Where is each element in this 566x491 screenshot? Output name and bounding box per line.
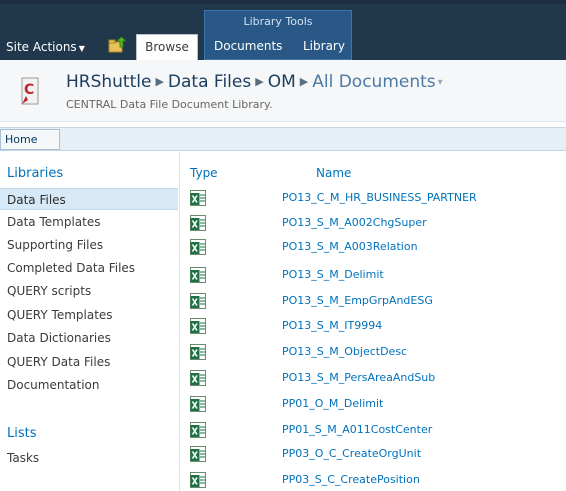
ribbon-top-line [0, 0, 566, 4]
column-header-name[interactable]: Name [316, 166, 351, 180]
home-tab[interactable]: Home [0, 129, 60, 150]
sidebar-item-data-files[interactable]: Data Files [0, 188, 178, 210]
sidebar-item-query-data-files[interactable]: QUERY Data Files [0, 351, 178, 373]
breadcrumb: HRShuttle ▶ Data Files ▶ OM ▶ All Documents ▾ [66, 72, 443, 92]
breadcrumb-site[interactable]: HRShuttle [66, 72, 151, 92]
sidebar-item-completed-data-files[interactable]: Completed Data Files [0, 257, 178, 279]
library-tools-group: Library Tools Documents Library [204, 10, 352, 60]
tab-browse[interactable]: Browse [136, 34, 198, 60]
library-tools-title: Library Tools [243, 15, 313, 28]
document-name-link[interactable]: PP01_S_M_A011CostCenter [282, 423, 432, 436]
table-row: PP03_S_C_CreatePosition [182, 468, 566, 491]
lists-heading[interactable]: Lists [7, 426, 37, 441]
breadcrumb-separator-icon: ▶ [155, 75, 164, 88]
excel-file-icon[interactable] [190, 344, 206, 360]
document-name-link[interactable]: PO13_S_M_A003Relation [282, 240, 418, 253]
excel-file-icon[interactable] [190, 396, 206, 412]
column-header-type[interactable]: Type [190, 166, 218, 180]
sidebar-item-query-templates[interactable]: QUERY Templates [0, 304, 178, 326]
top-link-bar: Home [0, 127, 566, 151]
chevron-down-icon: ▼ [78, 44, 85, 53]
document-name-link[interactable]: PO13_S_M_A002ChgSuper [282, 216, 427, 229]
table-row: PO13_S_M_ObjectDesc [182, 340, 566, 365]
document-name-link[interactable]: PO13_S_M_PersAreaAndSub [282, 371, 435, 384]
libraries-heading[interactable]: Libraries [7, 166, 63, 181]
table-row: PP01_O_M_Delimit [182, 392, 566, 417]
breadcrumb-library[interactable]: Data Files [168, 72, 251, 92]
sidebar-item-tasks[interactable]: Tasks [0, 447, 178, 469]
excel-file-icon[interactable] [190, 472, 206, 488]
table-row: PO13_S_M_Delimit [182, 263, 566, 288]
breadcrumb-separator-icon: ▶ [255, 75, 264, 88]
table-row: PP01_S_M_A011CostCenter [182, 418, 566, 443]
document-name-link[interactable]: PO13_S_M_IT9994 [282, 319, 382, 332]
document-name-link[interactable]: PP01_O_M_Delimit [282, 397, 383, 410]
excel-file-icon[interactable] [190, 239, 206, 255]
excel-file-icon[interactable] [190, 190, 206, 206]
document-name-link[interactable]: PO13_S_M_ObjectDesc [282, 345, 407, 358]
table-row: PO13_S_M_A002ChgSuper [182, 211, 566, 236]
excel-file-icon[interactable] [190, 293, 206, 309]
document-name-link[interactable]: PP03_O_C_CreateOrgUnit [282, 447, 421, 460]
sidebar-item-data-dictionaries[interactable]: Data Dictionaries [0, 327, 178, 349]
table-row: PO13_S_M_PersAreaAndSub [182, 366, 566, 391]
document-name-link[interactable]: PO13_S_M_Delimit [282, 268, 384, 281]
site-logo-icon: C [21, 77, 39, 105]
tab-documents[interactable]: Documents [214, 39, 282, 53]
library-description: CENTRAL Data File Document Library. [66, 98, 273, 111]
excel-file-icon[interactable] [190, 422, 206, 438]
table-row: PO13_S_M_EmpGrpAndESG [182, 289, 566, 314]
sidebar-item-supporting-files[interactable]: Supporting Files [0, 234, 178, 256]
breadcrumb-folder[interactable]: OM [268, 72, 296, 92]
table-row: PO13_S_M_A003Relation [182, 235, 566, 260]
navigate-up-icon[interactable] [108, 37, 126, 53]
excel-file-icon[interactable] [190, 370, 206, 386]
document-name-link[interactable]: PO13_S_M_EmpGrpAndESG [282, 294, 433, 307]
sidebar-item-query-scripts[interactable]: QUERY scripts [0, 280, 178, 302]
svg-text:C: C [24, 82, 34, 98]
view-dropdown-icon[interactable]: ▾ [438, 77, 443, 88]
excel-file-icon[interactable] [190, 215, 206, 231]
table-row: PP03_O_C_CreateOrgUnit [182, 442, 566, 467]
site-actions-menu[interactable]: Site Actions ▼ [6, 40, 85, 54]
document-name-link[interactable]: PP03_S_C_CreatePosition [282, 473, 420, 486]
breadcrumb-view[interactable]: All Documents [312, 72, 435, 92]
sidebar-item-data-templates[interactable]: Data Templates [0, 211, 178, 233]
excel-file-icon[interactable] [190, 446, 206, 462]
table-row: PO13_S_M_IT9994 [182, 314, 566, 339]
document-name-link[interactable]: PO13_C_M_HR_BUSINESS_PARTNER [282, 191, 477, 204]
excel-file-icon[interactable] [190, 318, 206, 334]
sidebar-item-documentation[interactable]: Documentation [0, 374, 178, 396]
excel-file-icon[interactable] [190, 267, 206, 283]
table-row: PO13_C_M_HR_BUSINESS_PARTNER [182, 186, 566, 211]
tab-library[interactable]: Library [303, 39, 345, 53]
site-actions-label: Site Actions [6, 40, 77, 54]
breadcrumb-separator-icon: ▶ [299, 75, 309, 88]
